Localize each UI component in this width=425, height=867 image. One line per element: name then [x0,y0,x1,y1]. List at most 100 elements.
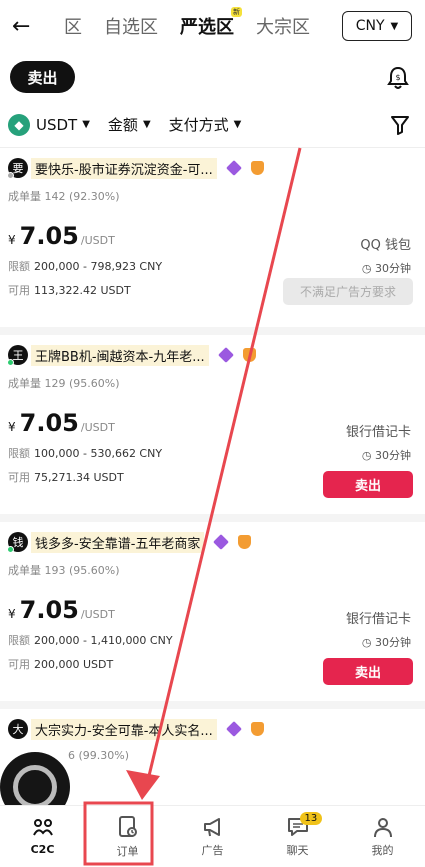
payment-time-value: 30分钟 [375,449,411,462]
payment-filter-label: 支付方式 [168,116,229,134]
sell-button[interactable]: 卖出 [323,471,413,498]
limit-label: 限额 [8,260,30,273]
diamond-icon [225,721,242,737]
tab-bulk[interactable]: 大宗区 [256,13,310,39]
nav-orders[interactable]: 订单 [85,806,170,867]
diamond-icon [225,160,242,176]
currency-symbol: ¥ [8,420,16,434]
volume-label: 成单量 [8,564,41,577]
amount-filter-label: 金额 [107,116,138,134]
clock-icon: ◷ [361,262,372,275]
shield-icon [250,161,264,175]
merchant-name[interactable]: 大宗实力-安全可靠-本人实名... [31,718,217,740]
merchant-name[interactable]: 钱多多-安全靠谱-五年老商家 [31,531,205,553]
limit-label: 限额 [8,447,30,460]
shield-icon [238,535,252,549]
disabled-sell-button[interactable]: 不满足广告方要求 [283,278,413,305]
caret-down-icon: ▼ [390,20,399,32]
svg-text:$: $ [395,73,400,82]
megaphone-icon [203,817,220,836]
caret-down-icon: ▼ [142,119,151,130]
volume-label: 成单量 [8,377,41,390]
diamond-icon [217,347,234,363]
status-dot [7,546,14,553]
status-dot [7,359,14,366]
available-value: 75,271.34 USDT [34,471,124,484]
volume-value: 6 (99.30%) [68,749,130,762]
caret-down-icon: ▼ [82,119,90,130]
payment-method: 银行借记卡 [345,612,411,627]
available-value: 200,000 USDT [34,658,114,671]
nav-label: 广告 [201,843,224,857]
volume-value: 142 (92.30%) [44,190,120,203]
funnel-icon[interactable] [391,115,409,135]
bell-icon[interactable]: $ [387,66,409,90]
payment-method: 银行借记卡 [345,425,411,440]
currency-select[interactable]: CNY ▼ [342,11,412,41]
currency-symbol: ¥ [8,233,16,247]
assistive-ring-icon [13,765,57,809]
payment-filter[interactable]: 支付方式 ▼ [169,114,242,135]
nav-chat[interactable]: 13 聊天 [255,806,340,867]
avatar-letter: 要 [12,162,24,175]
coin-filter[interactable]: ◆ USDT ▼ [8,113,90,136]
order-icon [118,815,137,837]
tab-favorites[interactable]: 自选区 [104,13,158,39]
avatar: 钱 [7,532,28,553]
diamond-icon [213,534,230,550]
avatar-letter: 钱 [12,536,24,549]
payment-time: ◷ 30分钟 [362,634,411,650]
new-badge: 新 [231,7,242,17]
merchant-name[interactable]: 要快乐-股市证券沉淀资金-可... [31,157,217,179]
volume-label: 成单量 [8,190,41,203]
avatar: 大 [8,719,28,739]
tab-zone[interactable]: 区 [64,13,82,39]
available-label: 可用 [8,471,30,484]
tab-selected[interactable]: 严选区新 [180,7,242,39]
c2c-icon [32,819,53,836]
payment-time-value: 30分钟 [375,262,411,275]
nav-ads[interactable]: 广告 [170,806,255,867]
avatar-letter: 王 [12,349,24,362]
payment-time: ◷ 30分钟 [362,447,411,463]
amount-filter[interactable]: 金额 ▼ [108,114,151,135]
listing-list: 要 要快乐-股市证券沉淀资金-可... 成单量 142 (92.30%) ¥ 7… [0,148,425,781]
nav-label: C2C [30,843,55,856]
bottom-nav: C2C 订单 广告 13 聊天 我的 [0,805,425,867]
limit-value: 100,000 - 530,662 CNY [34,447,163,460]
shield-icon [250,722,264,736]
nav-profile[interactable]: 我的 [340,806,425,867]
available-value: 113,322.42 USDT [34,284,131,297]
merchant-name[interactable]: 王牌BB机-闽越资本-九年老... [31,344,209,366]
listing-card: 钱 钱多多-安全靠谱-五年老商家 成单量 193 (95.60%) ¥ 7.05… [0,522,425,709]
nav-c2c[interactable]: C2C [0,806,85,867]
price: 7.05 [19,409,79,437]
avatar: 王 [7,345,28,366]
coin-filter-label: USDT [36,115,78,134]
price-unit: /USDT [80,421,115,434]
caret-down-icon: ▼ [233,119,242,130]
action-row: 卖出 $ [0,52,425,102]
avatar-letter: 大 [12,723,24,736]
arrow-left-icon[interactable]: ← [12,14,42,39]
clock-icon: ◷ [361,636,372,649]
sell-button[interactable]: 卖出 [323,658,413,685]
listing-card: 王 王牌BB机-闽越资本-九年老... 成单量 129 (95.60%) ¥ 7… [0,335,425,522]
nav-label: 订单 [116,844,139,858]
listing-card: 要 要快乐-股市证券沉淀资金-可... 成单量 142 (92.30%) ¥ 7… [0,148,425,335]
nav-label: 我的 [371,843,394,857]
sell-toggle-button[interactable]: 卖出 [10,61,75,93]
tab-selected-label: 严选区 [180,17,234,38]
unread-badge: 13 [299,812,323,825]
payment-method: QQ 钱包 [360,238,411,253]
payment-time-value: 30分钟 [375,636,411,649]
limit-value: 200,000 - 798,923 CNY [34,260,163,273]
filter-bar: ◆ USDT ▼ 金额 ▼ 支付方式 ▼ [0,102,425,148]
clock-icon: ◷ [361,449,372,462]
profile-icon [373,817,392,837]
top-bar: ← 区 自选区 严选区新 大宗区 CNY ▼ [0,0,425,52]
avatar: 要 [7,158,28,179]
volume-value: 129 (95.60%) [44,377,120,390]
price-unit: /USDT [80,608,115,621]
currency-symbol: ¥ [8,607,16,621]
